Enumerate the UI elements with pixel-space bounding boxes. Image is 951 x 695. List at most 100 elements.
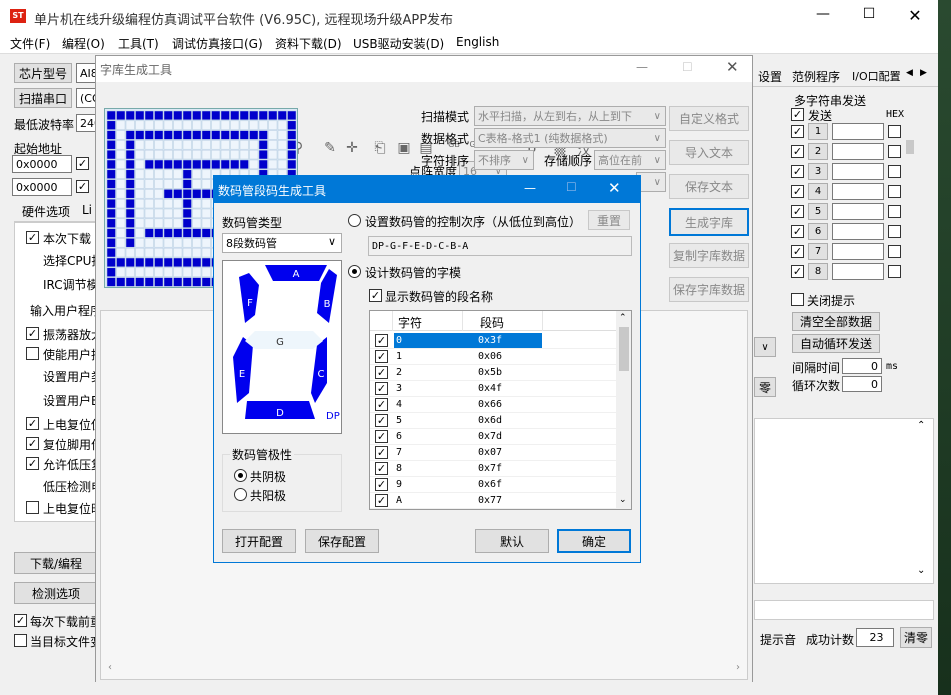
save-text-button[interactable]: 保存文本 <box>669 174 749 199</box>
pixel-cell[interactable] <box>230 120 240 130</box>
pixel-cell[interactable] <box>116 218 126 228</box>
char-sort-select[interactable]: 不排序 <box>474 150 534 170</box>
font-gen-close-icon[interactable]: ✕ <box>726 58 739 76</box>
pixel-cell[interactable] <box>173 228 183 238</box>
pixel-cell[interactable] <box>135 257 145 268</box>
pixel-cell[interactable] <box>144 238 154 248</box>
send-row-button[interactable]: 7 <box>808 243 828 260</box>
tab-scroll-left-icon[interactable]: ◀ <box>906 68 913 78</box>
pixel-cell[interactable] <box>135 179 145 189</box>
pixel-cell[interactable] <box>182 189 192 199</box>
seg-type-select[interactable]: 8段数码管 <box>222 233 342 253</box>
pixel-cell[interactable] <box>125 159 135 170</box>
pixel-cell[interactable] <box>163 130 173 140</box>
pixel-cell[interactable] <box>173 267 183 277</box>
pen-icon[interactable]: ✎ <box>321 140 339 156</box>
table-scrollbar[interactable]: ⌃ ⌄ <box>616 311 631 509</box>
pixel-cell[interactable] <box>116 247 126 258</box>
pixel-cell[interactable] <box>106 238 116 248</box>
pixel-cell[interactable] <box>154 169 164 179</box>
pixel-cell[interactable] <box>268 140 278 150</box>
pixel-cell[interactable] <box>201 189 211 199</box>
pixel-cell[interactable] <box>154 228 164 238</box>
pixel-cell[interactable] <box>192 130 202 140</box>
pixel-cell[interactable] <box>182 169 192 179</box>
menu-program[interactable]: 编程(O) <box>62 35 105 52</box>
hw-option-checkbox[interactable] <box>26 347 39 360</box>
pixel-cell[interactable] <box>277 120 287 130</box>
open-config-button[interactable]: 打开配置 <box>222 529 296 553</box>
pixel-cell[interactable] <box>173 277 183 287</box>
table-row[interactable]: 6 0x7d <box>370 429 616 445</box>
send-row-button[interactable]: 5 <box>808 203 828 220</box>
pixel-cell[interactable] <box>182 140 192 150</box>
pixel-cell[interactable] <box>258 140 268 150</box>
pixel-cell[interactable] <box>258 149 268 160</box>
segment-dp-label[interactable]: DP <box>326 411 340 422</box>
pixel-cell[interactable] <box>201 277 211 287</box>
menu-english[interactable]: English <box>456 35 499 49</box>
pixel-cell[interactable] <box>201 140 211 150</box>
pixel-cell[interactable] <box>173 140 183 150</box>
move-icon[interactable]: ✛ <box>343 140 361 156</box>
addr1-checkbox[interactable] <box>76 157 89 170</box>
pixel-cell[interactable] <box>211 130 221 140</box>
pixel-cell[interactable] <box>125 110 135 121</box>
tab-li[interactable]: Li <box>82 203 92 217</box>
save-config-button[interactable]: 保存配置 <box>305 529 379 553</box>
send-row-input[interactable] <box>832 223 884 240</box>
pixel-cell[interactable] <box>173 218 183 228</box>
pixel-cell[interactable] <box>163 140 173 150</box>
pixel-cell[interactable] <box>125 198 135 209</box>
pixel-cell[interactable] <box>106 149 116 160</box>
every-download-checkbox[interactable] <box>14 614 27 627</box>
pixel-cell[interactable] <box>287 140 297 150</box>
pixel-cell[interactable] <box>277 140 287 150</box>
send-row-input[interactable] <box>832 123 884 140</box>
pixel-cell[interactable] <box>154 110 164 121</box>
pixel-cell[interactable] <box>116 149 126 160</box>
row-checkbox[interactable] <box>375 414 388 427</box>
row-checkbox[interactable] <box>375 366 388 379</box>
pixel-cell[interactable] <box>182 228 192 238</box>
pixel-cell[interactable] <box>173 159 183 170</box>
pixel-cell[interactable] <box>220 140 230 150</box>
pixel-cell[interactable] <box>192 169 202 179</box>
pixel-cell[interactable] <box>144 247 154 258</box>
copy-font-data-button[interactable]: 复制字库数据 <box>669 243 749 268</box>
pixel-cell[interactable] <box>201 159 211 170</box>
pixel-cell[interactable] <box>249 110 259 121</box>
pixel-cell[interactable] <box>173 257 183 268</box>
menu-tools[interactable]: 工具(T) <box>118 35 159 52</box>
pixel-cell[interactable] <box>182 247 192 258</box>
pixel-cell[interactable] <box>116 120 126 130</box>
table-row[interactable]: A 0x77 <box>370 493 616 509</box>
pixel-cell[interactable] <box>173 198 183 209</box>
send-row-button[interactable]: 6 <box>808 223 828 240</box>
pixel-cell[interactable] <box>201 149 211 160</box>
show-names-checkbox[interactable] <box>369 289 382 302</box>
save-font-data-button[interactable]: 保存字库数据 <box>669 277 749 302</box>
table-row[interactable]: 3 0x4f <box>370 381 616 397</box>
pixel-cell[interactable] <box>144 189 154 199</box>
menu-download[interactable]: 资料下载(D) <box>275 35 342 52</box>
pixel-cell[interactable] <box>135 277 145 287</box>
pixel-cell[interactable] <box>192 277 202 287</box>
pixel-cell[interactable] <box>163 218 173 228</box>
pixel-cell[interactable] <box>135 208 145 219</box>
row-checkbox[interactable] <box>375 334 388 347</box>
pixel-cell[interactable] <box>144 198 154 209</box>
pixel-cell[interactable] <box>268 149 278 160</box>
seg-preview[interactable]: A B C D E F G DP <box>222 260 342 434</box>
hw-option-checkbox[interactable] <box>26 417 39 430</box>
pixel-cell[interactable] <box>239 110 249 121</box>
pixel-cell[interactable] <box>249 120 259 130</box>
pixel-cell[interactable] <box>163 247 173 258</box>
pixel-cell[interactable] <box>106 218 116 228</box>
pixel-cell[interactable] <box>173 110 183 121</box>
pixel-cell[interactable] <box>201 247 211 258</box>
interval-input[interactable]: 0 <box>842 358 882 374</box>
send-row-input[interactable] <box>832 263 884 280</box>
pixel-cell[interactable] <box>201 120 211 130</box>
pixel-cell[interactable] <box>135 110 145 121</box>
